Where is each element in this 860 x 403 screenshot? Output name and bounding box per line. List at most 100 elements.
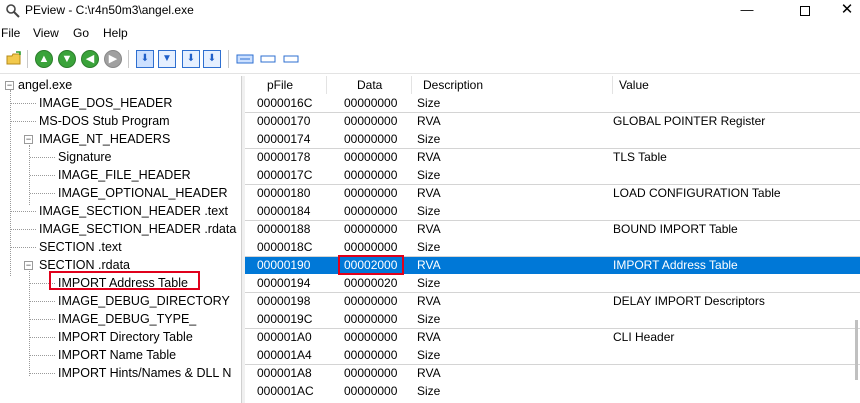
data-cell: 00000000 (344, 222, 398, 236)
tree-item-dos-stub[interactable]: MS-DOS Stub Program (39, 112, 170, 130)
data-cell: 00000000 (344, 330, 398, 344)
table-row[interactable]: 00000194 00000020 Size (245, 274, 860, 292)
description-cell: RVA (417, 114, 441, 128)
data-cell: 00000020 (344, 276, 398, 290)
tree-line (10, 90, 11, 276)
tree-line (30, 193, 55, 194)
table-row[interactable]: 00000174 00000000 Size (245, 130, 860, 148)
view-save-icon[interactable]: ⬇ (203, 50, 221, 68)
column-header-value[interactable]: Value (619, 76, 649, 94)
pfile-cell: 00000174 (257, 132, 311, 146)
table-row[interactable]: 000001A4 00000000 Size (245, 346, 860, 364)
tree-line (11, 121, 36, 122)
next-icon[interactable]: ▼ (58, 50, 76, 68)
table-row[interactable]: 000001A0 00000000 RVA CLI Header (245, 328, 860, 346)
description-cell: RVA (417, 330, 441, 344)
tree-selection-highlight (49, 271, 200, 290)
menu-go[interactable]: Go (73, 26, 89, 40)
table-row[interactable]: 0000017C 00000000 Size (245, 166, 860, 184)
data-cell: 00000000 (344, 204, 398, 218)
open-folder-icon[interactable] (5, 50, 23, 68)
tree-line (29, 271, 30, 376)
menu-view[interactable]: View (33, 26, 59, 40)
data-cell: 00000000 (344, 240, 398, 254)
view-hex-icon[interactable]: ⬇ (136, 50, 154, 68)
toolbar: ▲ ▼ ◀ ▶ ⬇ ▼ ⬇ ⬇ (0, 47, 860, 71)
data-cell: 00000000 (344, 150, 398, 164)
table-row[interactable]: 00000188 00000000 RVA BOUND IMPORT Table (245, 220, 860, 238)
collapse-toggle-icon[interactable]: − (5, 81, 14, 90)
collapse-view-icon[interactable] (282, 50, 300, 68)
table-row[interactable]: 00000198 00000000 RVA DELAY IMPORT Descript… (245, 292, 860, 310)
menu-help[interactable]: Help (103, 26, 128, 40)
tree-item-import-directory-table[interactable]: IMPORT Directory Table (58, 328, 193, 346)
tree-item-debug-type[interactable]: IMAGE_DEBUG_TYPE_ (58, 310, 196, 328)
peview-app-icon (6, 4, 20, 18)
maximize-button[interactable] (782, 0, 828, 22)
table-row[interactable]: 0000018C 00000000 Size (245, 238, 860, 256)
description-cell: Size (417, 276, 441, 290)
back-icon[interactable]: ◀ (81, 50, 99, 68)
pfile-cell: 0000017C (257, 168, 313, 182)
tree-pane[interactable]: − angel.exe IMAGE_DOS_HEADER MS-DOS Stub… (0, 76, 241, 403)
table-row[interactable]: 000001A8 00000000 RVA (245, 364, 860, 382)
close-icon: ✕ (840, 1, 854, 18)
tree-item-section-text[interactable]: SECTION .text (39, 238, 122, 256)
column-divider[interactable] (411, 76, 412, 94)
detail-list: pFile Data Description Value 0000016C 000… (245, 76, 860, 403)
tree-item-nt-headers[interactable]: IMAGE_NT_HEADERS (39, 130, 170, 148)
forward-icon[interactable]: ▶ (104, 50, 122, 68)
close-button[interactable]: ✕ (824, 0, 860, 22)
tree-line (30, 301, 55, 302)
table-row[interactable]: 00000184 00000000 Size (245, 202, 860, 220)
window-title: PEview - C:\r4n50m3\angel.exe (25, 3, 194, 17)
table-row[interactable]: 00000178 00000000 RVA TLS Table (245, 148, 860, 166)
tree-line (11, 211, 36, 212)
table-row[interactable]: 00000180 00000000 RVA LOAD CONFIGURATION Ta… (245, 184, 860, 202)
tree-item-signature[interactable]: Signature (58, 148, 112, 166)
toolbar-divider (0, 73, 860, 74)
detail-view-icon[interactable] (259, 50, 277, 68)
column-header-data[interactable]: Data (357, 76, 382, 94)
tree-item-import-name-table[interactable]: IMPORT Name Table (58, 346, 176, 364)
column-divider[interactable] (612, 76, 613, 94)
tree-item-import-hints-names[interactable]: IMPORT Hints/Names & DLL N (58, 364, 231, 382)
pfile-cell: 00000194 (257, 276, 311, 290)
description-cell: Size (417, 348, 441, 362)
column-divider[interactable] (326, 76, 327, 94)
menu-file[interactable]: File (1, 26, 20, 40)
column-header-pfile[interactable]: pFile (267, 76, 293, 94)
value-cell: TLS Table (613, 150, 667, 164)
description-cell: Size (417, 240, 441, 254)
toolbar-separator (27, 50, 28, 68)
description-cell: RVA (417, 150, 441, 164)
table-row[interactable]: 0000016C 00000000 Size (245, 94, 860, 112)
first-icon[interactable]: ▲ (35, 50, 53, 68)
pfile-cell: 000001A4 (257, 348, 312, 362)
data-cell: 00000000 (344, 294, 398, 308)
minimize-button[interactable]: — (724, 0, 770, 22)
tree-item-root[interactable]: angel.exe (18, 76, 72, 94)
column-header-description[interactable]: Description (423, 76, 483, 94)
collapse-toggle-icon[interactable]: − (24, 261, 33, 270)
tree-item-debug-directory[interactable]: IMAGE_DEBUG_DIRECTORY (58, 292, 230, 310)
tree-line (30, 157, 55, 158)
table-row[interactable]: 00000170 00000000 RVA GLOBAL POINTER Regist… (245, 112, 860, 130)
pfile-cell: 0000016C (257, 96, 313, 110)
data-cell: 00000000 (344, 384, 398, 398)
view-down-icon[interactable]: ⬇ (182, 50, 200, 68)
tree-item-dos-header[interactable]: IMAGE_DOS_HEADER (39, 94, 172, 112)
tree-line (30, 373, 55, 374)
view-byte-icon[interactable]: ▼ (158, 50, 176, 68)
list-view-icon[interactable] (236, 50, 254, 68)
scrollbar-thumb[interactable] (855, 320, 858, 380)
tree-item-file-header[interactable]: IMAGE_FILE_HEADER (58, 166, 191, 184)
tree-item-section-header-text[interactable]: IMAGE_SECTION_HEADER .text (39, 202, 228, 220)
tree-item-section-header-rdata[interactable]: IMAGE_SECTION_HEADER .rdata (39, 220, 236, 238)
collapse-toggle-icon[interactable]: − (24, 135, 33, 144)
tree-item-optional-header[interactable]: IMAGE_OPTIONAL_HEADER (58, 184, 228, 202)
pfile-cell: 00000178 (257, 150, 311, 164)
table-row[interactable]: 000001AC 00000000 Size (245, 382, 860, 400)
pfile-cell: 00000180 (257, 186, 311, 200)
table-row[interactable]: 0000019C 00000000 Size (245, 310, 860, 328)
